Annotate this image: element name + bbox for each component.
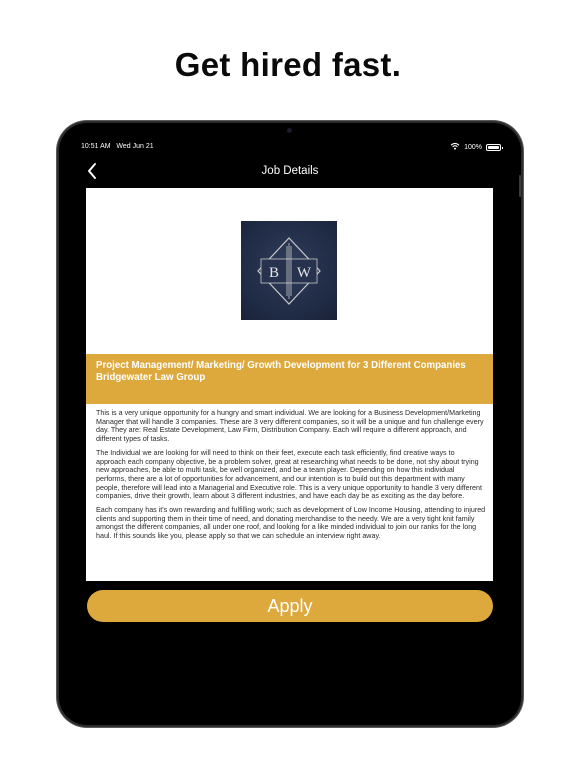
status-date: Wed Jun 21 — [116, 143, 154, 150]
camera-icon — [287, 128, 292, 133]
description-paragraph: This is a very unique opportunity for a … — [96, 409, 484, 444]
page-title: Job Details — [261, 165, 319, 177]
company-name: Bridgewater Law Group — [96, 372, 206, 383]
wifi-icon — [450, 142, 460, 152]
description-paragraph: The Individual we are looking for will n… — [96, 448, 482, 501]
app-store-screenshot: Get hired fast. 10:51 AM Wed Jun 21 100% — [0, 0, 576, 768]
status-time: 10:51 AM — [81, 143, 111, 150]
tablet-device: 10:51 AM Wed Jun 21 100% Job Details B W… — [59, 123, 521, 725]
battery-icon — [486, 143, 503, 151]
volume-button — [519, 175, 521, 197]
logo-letter-b: B — [269, 265, 279, 281]
job-title: Project Management/ Marketing/ Growth De… — [96, 360, 466, 371]
status-indicators: 100% — [450, 142, 503, 152]
promo-headline: Get hired fast. — [174, 46, 402, 83]
status-time-date: 10:51 AM Wed Jun 21 — [81, 143, 154, 150]
job-title-band: Project Management/ Marketing/ Growth De… — [86, 354, 493, 404]
battery-percent: 100% — [464, 143, 482, 151]
job-detail-card: B W Project Management/ Marketing/ Growt… — [86, 188, 493, 581]
description-paragraph: Each company has it's own rewarding and … — [96, 506, 486, 541]
logo-letter-w: W — [297, 265, 312, 281]
navigation-bar: Job Details — [59, 157, 521, 187]
apply-button[interactable]: Apply — [87, 590, 493, 622]
job-description: This is a very unique opportunity for a … — [96, 409, 486, 546]
company-logo: B W — [241, 221, 337, 320]
